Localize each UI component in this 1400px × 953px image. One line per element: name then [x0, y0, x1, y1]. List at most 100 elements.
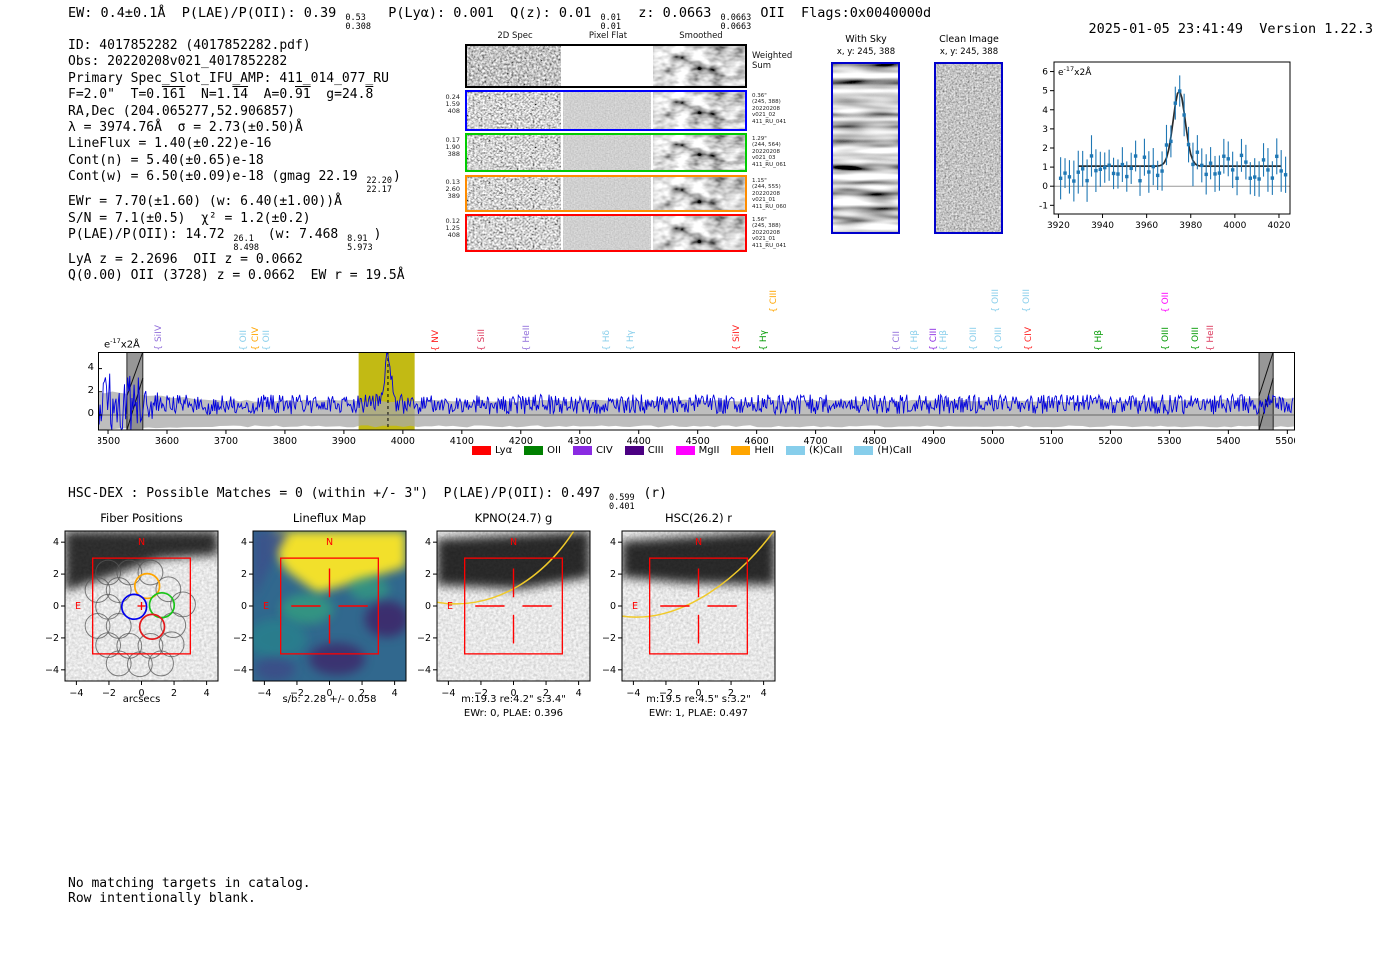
fraction-value: 22.2022.17 — [366, 177, 392, 194]
spec2d-row — [465, 44, 747, 88]
svg-text:0: 0 — [241, 601, 247, 612]
info-line: P(LAE)/P(OII): 14.72 26.18.498 (w: 7.468… — [68, 227, 405, 252]
line-marker-CIV: { CIV — [251, 327, 261, 351]
line-marker-SiIV: { SiIV — [732, 325, 742, 351]
svg-text:−2: −2 — [233, 633, 247, 644]
spec2d-strip — [467, 92, 561, 129]
clean-image-header: Clean Image x, y: 245, 388 — [919, 34, 1019, 58]
svg-text:4: 4 — [425, 537, 431, 548]
svg-text:5300: 5300 — [1157, 436, 1181, 446]
info-line: Primary Spec_Slot_IFU_AMP: 411_014_077_R… — [68, 71, 405, 87]
svg-text:5: 5 — [1042, 87, 1048, 97]
legend-swatch — [472, 446, 491, 455]
spec2d-right-labels: 0.36"(245, 388)20220208v021_02411_RU_041 — [752, 93, 802, 125]
svg-text:3900: 3900 — [332, 436, 356, 446]
cutout-caption: EWr: 0, PLAE: 0.396 — [417, 708, 610, 719]
main-spectrum-ylabel: e-17x2Å — [104, 337, 140, 350]
clean-image-title: Clean Image — [919, 34, 1019, 46]
cutout-plot-3: NE−4−4−2−2002244 — [401, 527, 601, 703]
spec2d-row — [465, 214, 747, 252]
fraction-value: 0.010.01 — [601, 14, 621, 31]
spec2d-strip — [563, 216, 651, 250]
line-marker-OIII: { OIII — [1191, 327, 1201, 351]
spec2d-left-labels: 0.121.25408 — [430, 218, 460, 240]
svg-text:−2: −2 — [602, 633, 616, 644]
svg-text:0: 0 — [425, 601, 431, 612]
clean-image — [934, 62, 1003, 234]
gaussian-fit-plot: 392039403960398040004020-10123456e-17x2Å — [1036, 58, 1300, 232]
main-spectrum-ytick: 2 — [80, 385, 94, 396]
svg-text:3800: 3800 — [273, 436, 297, 446]
svg-text:2: 2 — [610, 569, 616, 580]
cutout-plot-1: NE−4−4−2−2002244 — [29, 527, 229, 703]
legend-swatch — [676, 446, 695, 455]
svg-text:3940: 3940 — [1091, 221, 1114, 231]
svg-text:6: 6 — [1042, 68, 1048, 78]
line-marker-OII: { OII — [262, 330, 272, 351]
legend-item: Lyα — [472, 445, 512, 456]
spec2d-strip — [653, 46, 745, 86]
info-line: Cont(n) = 5.40(±0.65)e-18 — [68, 153, 405, 169]
info-line: LineFlux = 1.40(±0.22)e-16 — [68, 136, 405, 152]
legend-label: MgII — [699, 445, 720, 456]
line-marker-HeII: { HeII — [522, 325, 532, 351]
svg-text:−2: −2 — [45, 633, 59, 644]
svg-text:2: 2 — [1042, 144, 1048, 154]
line-marker-OIII: { OIII — [1022, 289, 1032, 313]
svg-text:N: N — [510, 537, 517, 548]
info-line: S/N = 7.1(±0.5) χ² = 1.2(±0.2) — [68, 211, 405, 227]
spec2d-right-labels: 1.56"(245, 388)20220208v021_01411_RU_041 — [752, 217, 802, 249]
legend-item: (K)CaII — [786, 445, 842, 456]
info-line: RA,Dec (204.065277,52.906857) — [68, 104, 405, 120]
legend-swatch — [524, 446, 543, 455]
svg-text:0: 0 — [610, 601, 616, 612]
footer-note-2: Row intentionally blank. — [68, 891, 256, 906]
cutout-xlabel: s/b: 2.28 +/- 0.058 — [233, 694, 426, 705]
svg-text:−4: −4 — [45, 665, 59, 676]
line-marker-Hβ: { Hβ — [1094, 330, 1104, 351]
spec2d-strip — [563, 177, 651, 210]
svg-text:5000: 5000 — [980, 436, 1004, 446]
svg-text:4: 4 — [1042, 106, 1048, 116]
info-line: λ = 3974.76Å σ = 2.73(±0.50)Å — [68, 120, 405, 136]
svg-text:2: 2 — [241, 569, 247, 580]
main-spectrum-plot: 3500360037003800390040004100420043004400… — [98, 352, 1295, 446]
info-line: Obs: 20220208v021_4017852282 — [68, 54, 405, 70]
with-sky-coords: x, y: 245, 388 — [816, 46, 916, 58]
legend-item: (H)CaII — [854, 445, 911, 456]
detection-info-block: ID: 4017852282 (4017852282.pdf)Obs: 2022… — [68, 38, 405, 285]
legend-swatch — [854, 446, 873, 455]
header-timestamp: 2025-01-05 23:41:49 Version 1.22.3 — [1056, 5, 1373, 53]
svg-text:−4: −4 — [233, 665, 247, 676]
svg-text:5200: 5200 — [1098, 436, 1122, 446]
svg-text:3600: 3600 — [155, 436, 179, 446]
info-line: LyA z = 2.2696 OII z = 0.0662 — [68, 252, 405, 268]
svg-text:2: 2 — [53, 569, 59, 580]
line-marker-OII: { OII — [1161, 292, 1171, 313]
svg-text:N: N — [326, 537, 333, 548]
spec2d-right-labels: 1.29"(244, 564)20220208v021_03411_RU_061 — [752, 136, 802, 168]
cutout-title: HSC(26.2) r — [612, 511, 785, 525]
spec2d-row — [465, 133, 747, 172]
line-marker-OIII: { OIII — [969, 327, 979, 351]
cutout-plot-2: NE−4−4−2−2002244 — [217, 527, 417, 703]
svg-text:E: E — [632, 601, 638, 612]
line-marker-Hγ: { Hγ — [626, 330, 636, 351]
fraction-value: 8.915.973 — [347, 235, 373, 252]
spec2d-blank-strip — [563, 46, 651, 86]
cutout-caption: EWr: 1, PLAE: 0.497 — [602, 708, 795, 719]
legend-label: (H)CaII — [877, 445, 911, 456]
line-marker-SiII: { SiII — [477, 329, 487, 351]
svg-text:-1: -1 — [1039, 201, 1048, 211]
svg-text:4: 4 — [610, 537, 616, 548]
spec2d-right-labels: WeightedSum — [752, 52, 802, 71]
line-marker-CIII: { CIII — [769, 290, 779, 313]
fraction-value: 26.18.498 — [233, 235, 259, 252]
legend-label: HeII — [754, 445, 774, 456]
legend-item: HeII — [731, 445, 774, 456]
legend-label: CIII — [648, 445, 664, 456]
svg-text:2: 2 — [425, 569, 431, 580]
main-spectrum-ytick: 0 — [80, 408, 94, 419]
spectrum-legend: LyαOIICIVCIIIMgIIHeII(K)CaII(H)CaII — [472, 445, 912, 456]
spec2d-strip — [653, 92, 745, 129]
